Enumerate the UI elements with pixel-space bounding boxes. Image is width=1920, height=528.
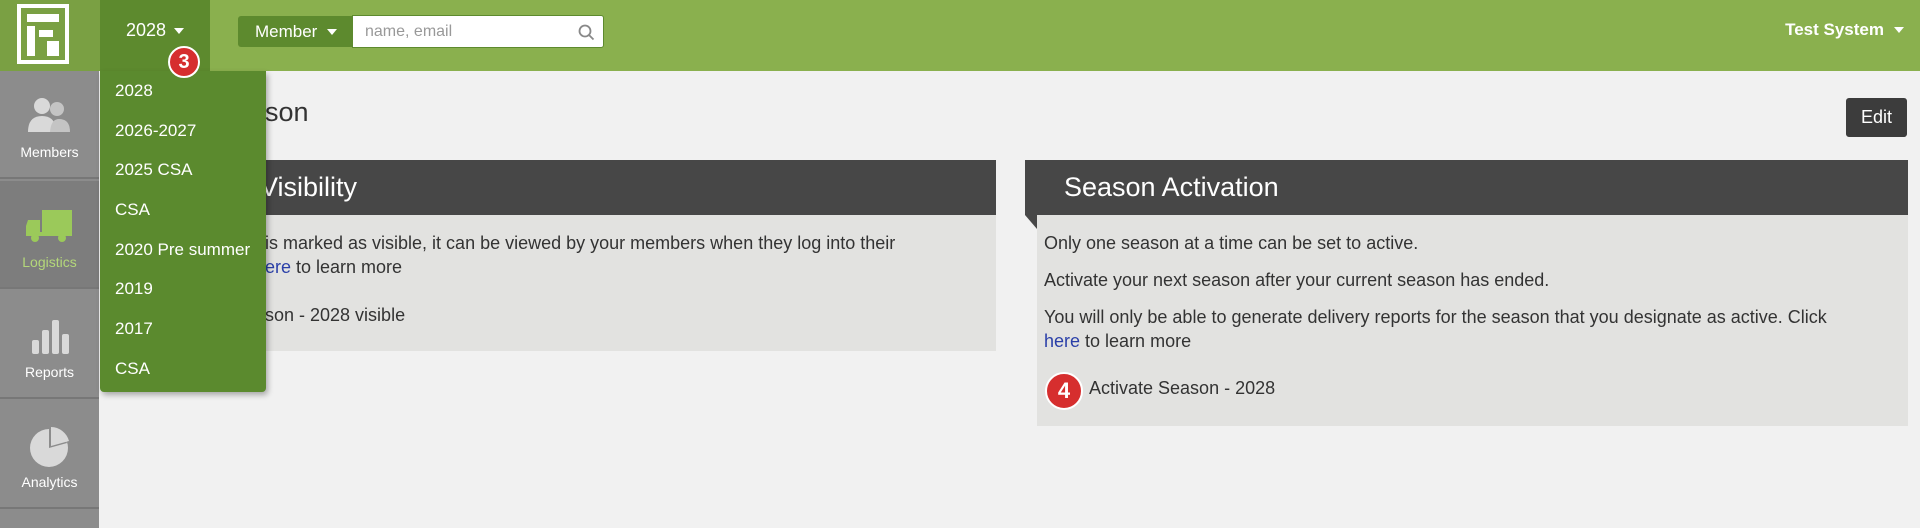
sidebar-item-reports[interactable]: Reports	[0, 291, 99, 399]
activate-season-label: Activate Season - 2028	[1089, 378, 1276, 398]
sidebar-item-analytics[interactable]: Analytics	[0, 401, 99, 509]
season-dropdown-menu: 2028 2026-2027 2025 CSA CSA 2020 Pre sum…	[100, 71, 266, 392]
chevron-down-icon	[1894, 27, 1904, 33]
chevron-down-icon	[327, 28, 338, 35]
make-visible-label: son - 2028 visible	[265, 305, 406, 325]
members-icon	[28, 98, 70, 132]
app-logo[interactable]	[0, 0, 100, 71]
activation-text-2: Activate your next season after your cur…	[1044, 270, 1550, 290]
activation-panel-title: Season Activation	[1064, 172, 1279, 202]
panel-ribbon-fold	[1025, 215, 1037, 229]
season-option[interactable]: CSA	[100, 190, 266, 230]
sidebar: Members Logistics Reports Analytics	[0, 71, 99, 528]
activate-season-action[interactable]: Activate Season - 2028	[1089, 376, 1275, 400]
learn-more-suffix: to learn more	[291, 257, 403, 277]
visibility-panel-body: is marked as visible, it can be viewed b…	[250, 215, 996, 351]
visibility-learn-more: ere to learn more	[265, 255, 402, 279]
search-box	[352, 15, 604, 48]
activation-learn-more: here to learn more	[1044, 329, 1191, 353]
sidebar-item-label: Logistics	[22, 254, 77, 270]
season-option[interactable]: 2017	[100, 309, 266, 349]
top-bar: 2028 Member Test System	[0, 0, 1920, 71]
season-option[interactable]: 2025 CSA	[100, 150, 266, 190]
step-badge-3: 3	[168, 46, 200, 78]
visibility-text: is marked as visible, it can be viewed b…	[265, 233, 896, 253]
member-filter-label: Member	[255, 21, 318, 41]
pie-chart-icon	[30, 427, 69, 467]
visibility-learn-more-link[interactable]: ere	[265, 257, 291, 277]
activation-text-3: You will only be able to generate delive…	[1044, 307, 1827, 327]
make-visible-action[interactable]: son - 2028 visible	[265, 303, 405, 327]
activation-text-1: Only one season at a time can be set to …	[1044, 233, 1419, 253]
visibility-panel-header: Visibility	[250, 160, 996, 215]
sidebar-item-logistics[interactable]: Logistics	[0, 181, 99, 289]
season-option[interactable]: 2020 Pre summer	[100, 230, 266, 270]
season-option[interactable]: 2019	[100, 269, 266, 309]
visibility-panel-title: Visibility	[260, 172, 358, 202]
sidebar-item-members[interactable]: Members	[0, 71, 99, 179]
sidebar-item-label: Reports	[24, 364, 75, 380]
sidebar-item-label: Members	[20, 144, 79, 160]
activation-panel-header: Season Activation	[1025, 160, 1908, 215]
season-option[interactable]: CSA	[100, 349, 266, 389]
truck-icon	[26, 210, 72, 242]
visibility-description: is marked as visible, it can be viewed b…	[265, 231, 895, 255]
member-filter-select[interactable]: Member	[238, 16, 352, 47]
search-input[interactable]	[353, 16, 573, 47]
activation-panel-body: Only one season at a time can be set to …	[1037, 215, 1908, 426]
edit-button[interactable]: Edit	[1846, 98, 1907, 137]
user-menu[interactable]: Test System	[1785, 20, 1904, 40]
learn-more-suffix: to learn more	[1080, 331, 1192, 351]
activation-learn-more-link[interactable]: here	[1044, 331, 1080, 351]
bar-chart-icon	[32, 320, 69, 354]
season-option[interactable]: 2026-2027	[100, 111, 266, 151]
search-icon[interactable]	[578, 24, 595, 41]
user-name: Test System	[1785, 20, 1884, 39]
chevron-down-icon	[174, 28, 185, 34]
sidebar-item-label: Analytics	[21, 474, 78, 490]
logo-icon	[17, 4, 69, 64]
season-selector-label: 2028	[125, 20, 167, 40]
step-badge-4: 4	[1045, 372, 1083, 410]
